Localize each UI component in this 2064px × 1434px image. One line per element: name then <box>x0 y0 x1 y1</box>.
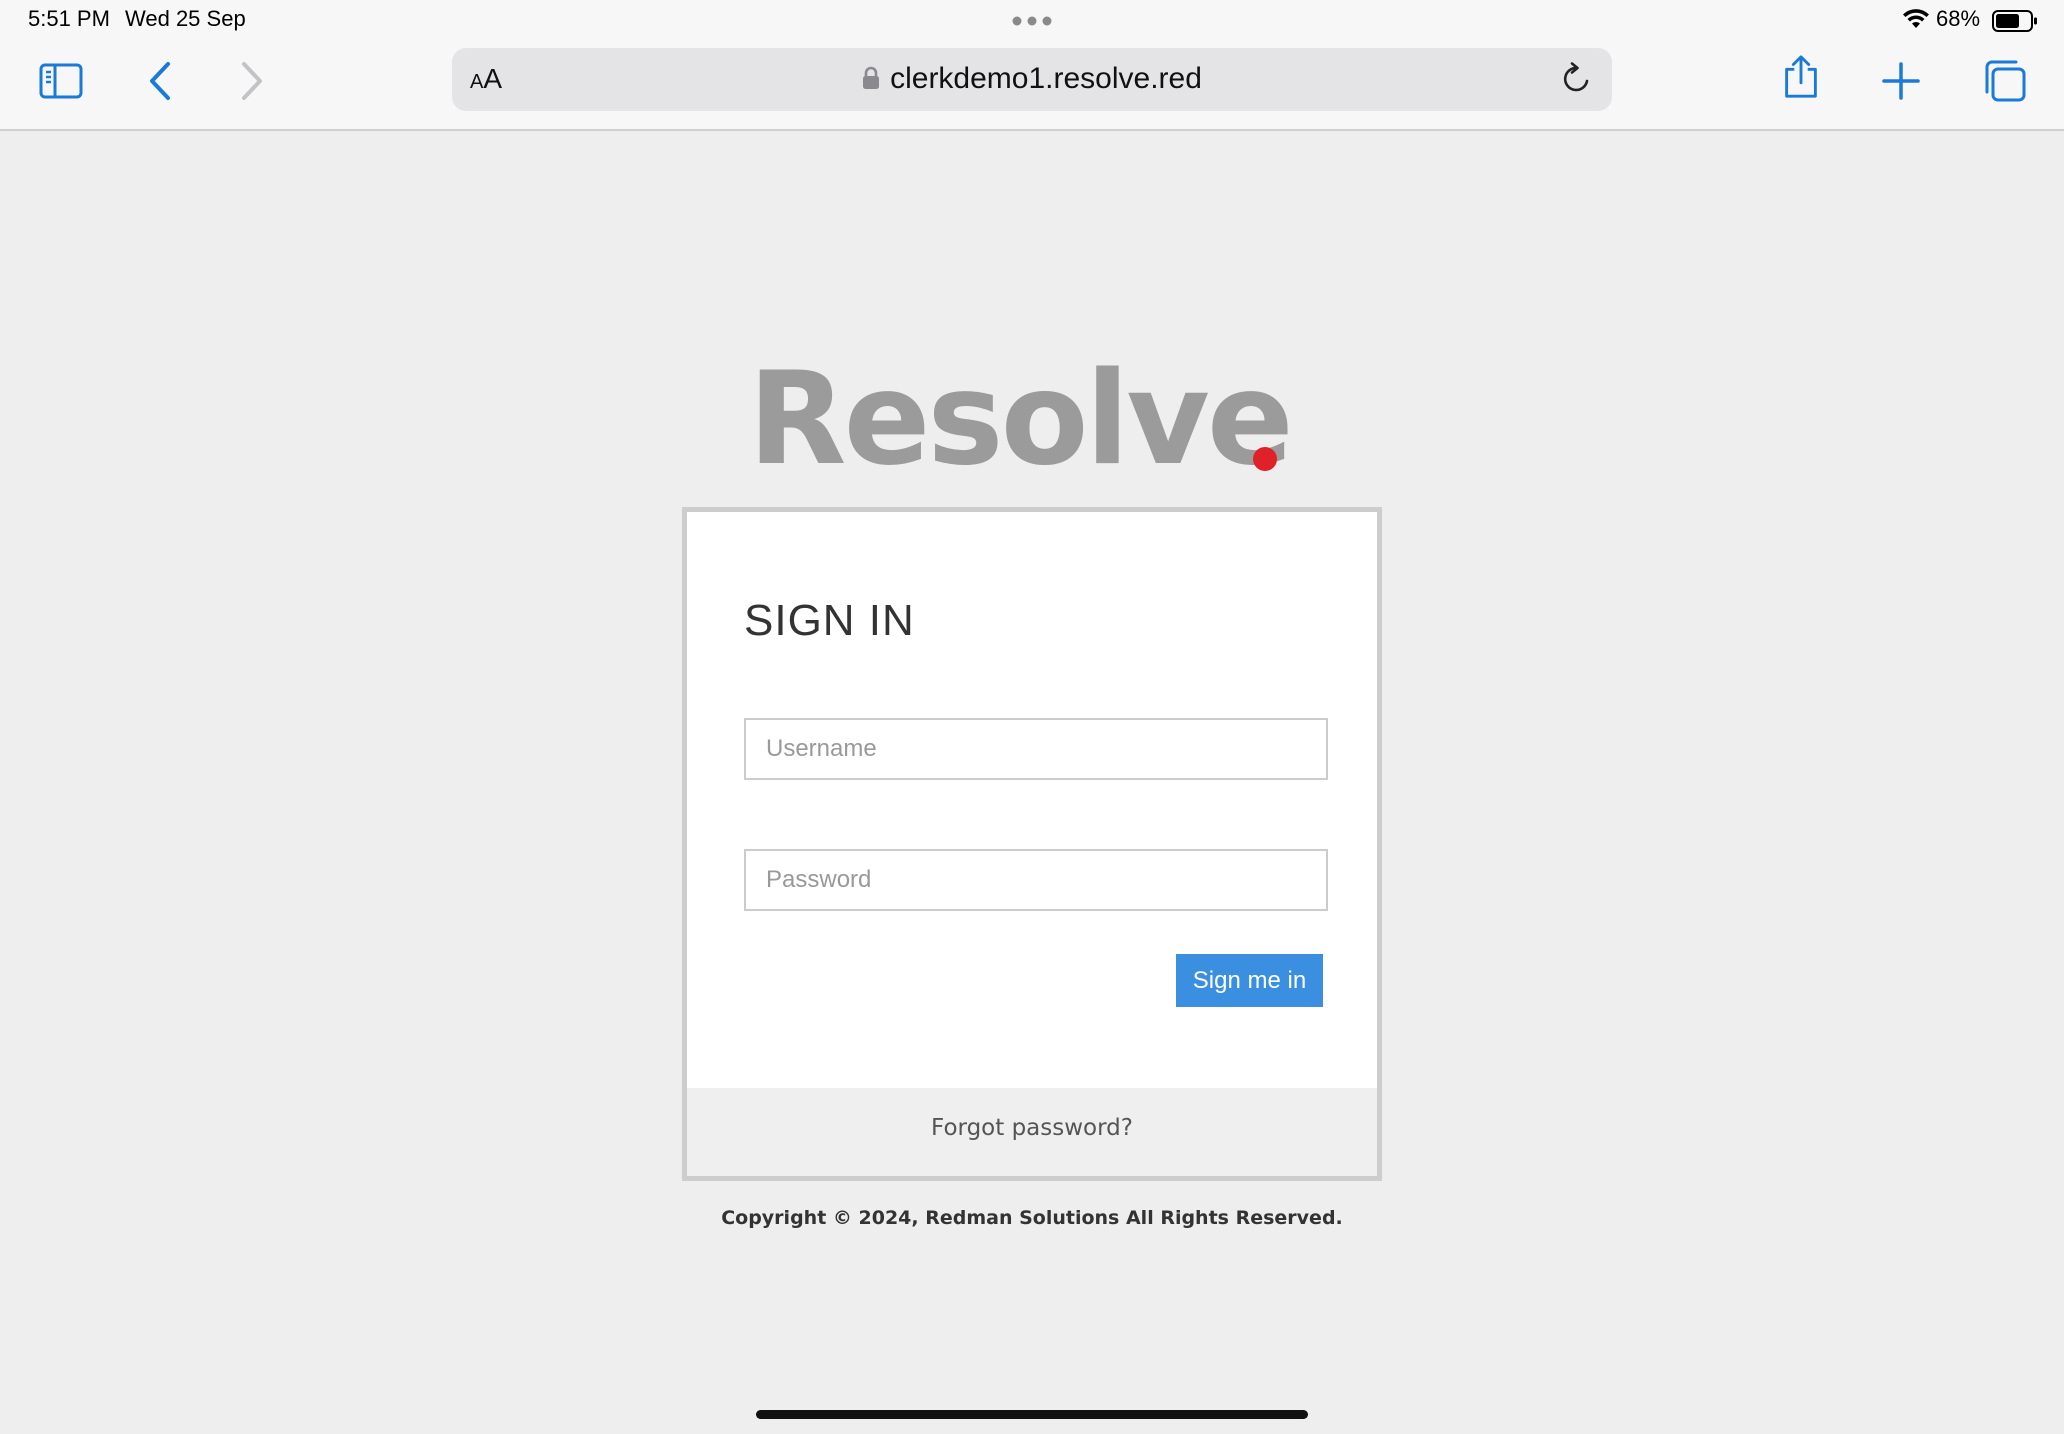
chevron-left-icon[interactable] <box>138 58 184 104</box>
copyright-text: Copyright © 2024, Redman Solutions All R… <box>721 1207 1343 1229</box>
resolve-logo: Resolve <box>748 345 1294 494</box>
battery-percentage: 68% <box>1936 6 1981 31</box>
chevron-right-icon[interactable] <box>228 58 274 104</box>
login-card: SIGN IN Sign me in Forgot password? <box>682 507 1382 1181</box>
forgot-password-link[interactable]: Forgot password? <box>931 1115 1133 1141</box>
url-text: clerkdemo1.resolve.red <box>890 62 1202 95</box>
card-footer: Forgot password? <box>687 1088 1377 1176</box>
status-time: 5:51 PM <box>28 6 110 31</box>
battery-icon <box>1992 10 2037 32</box>
address-bar[interactable]: AA clerkdemo1.resolve.red <box>452 48 1612 111</box>
page-title: SIGN IN <box>744 596 915 645</box>
share-icon[interactable] <box>1778 54 1824 100</box>
wifi-icon <box>1903 9 1929 28</box>
tabs-icon[interactable] <box>1982 58 2028 104</box>
lock-icon <box>863 66 880 89</box>
url-display[interactable]: clerkdemo1.resolve.red <box>452 62 1612 96</box>
browser-chrome: 5:51 PM Wed 25 Sep 68% AA clerkdemo1.res… <box>0 0 2064 131</box>
home-indicator[interactable] <box>756 1410 1308 1419</box>
status-date: Wed 25 Sep <box>125 6 246 31</box>
logo-dot <box>1253 447 1277 471</box>
reload-icon[interactable] <box>1560 62 1594 96</box>
username-input[interactable] <box>744 718 1328 780</box>
password-input[interactable] <box>744 849 1328 911</box>
sign-in-button[interactable]: Sign me in <box>1176 954 1323 1007</box>
sidebar-icon[interactable] <box>38 58 84 104</box>
multitasking-dots-icon[interactable] <box>1012 16 1052 26</box>
plus-icon[interactable] <box>1878 58 1924 104</box>
